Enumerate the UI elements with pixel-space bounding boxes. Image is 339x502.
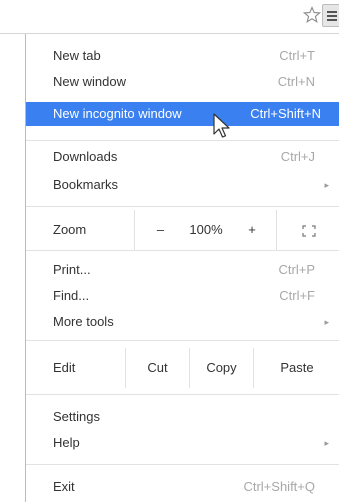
menu-item-label: Exit <box>53 479 75 494</box>
shortcut-label: Ctrl+T <box>279 48 315 63</box>
menu-icon[interactable] <box>322 4 339 27</box>
menu-item-label: Help <box>53 435 80 450</box>
separator <box>26 250 339 251</box>
mouse-pointer-icon <box>213 113 230 138</box>
separator <box>26 340 339 341</box>
menu-item-new-incognito-window[interactable]: New incognito window Ctrl+Shift+N <box>26 102 339 126</box>
menu-item-label: Print... <box>53 262 91 277</box>
fullscreen-icon <box>301 224 316 237</box>
browser-toolbar <box>0 0 339 34</box>
menu-item-settings[interactable]: Settings <box>26 405 339 429</box>
menu-item-label: Bookmarks <box>53 177 119 192</box>
menu-item-bookmarks[interactable]: Bookmarks ▸ <box>26 173 339 197</box>
submenu-arrow-icon: ▸ <box>324 317 329 327</box>
menu-item-help[interactable]: Help ▸ <box>26 431 339 455</box>
menu-item-new-window[interactable]: New window Ctrl+N <box>26 70 339 94</box>
shortcut-label: Ctrl+Shift+Q <box>243 479 315 494</box>
shortcut-label: Ctrl+N <box>277 74 315 89</box>
edit-row: Edit Cut Copy Paste <box>26 348 339 388</box>
shortcut-label: Ctrl+P <box>278 262 315 277</box>
menu-item-find[interactable]: Find... Ctrl+F <box>26 284 339 308</box>
shortcut-label: Ctrl+J <box>280 149 315 164</box>
cut-button[interactable]: Cut <box>125 348 189 388</box>
zoom-label: Zoom <box>53 222 87 237</box>
bookmark-star-icon[interactable] <box>303 6 321 24</box>
menu-item-new-tab[interactable]: New tab Ctrl+T <box>26 44 339 68</box>
menu-item-label: New tab <box>53 48 101 63</box>
edit-label: Edit <box>53 360 76 375</box>
copy-button[interactable]: Copy <box>189 348 253 388</box>
submenu-arrow-icon: ▸ <box>324 180 329 190</box>
menu-item-label: New window <box>53 74 126 89</box>
submenu-arrow-icon: ▸ <box>324 438 329 448</box>
menu-item-exit[interactable]: Exit Ctrl+Shift+Q <box>26 475 339 499</box>
menu-item-print[interactable]: Print... Ctrl+P <box>26 258 339 282</box>
shortcut-label: Ctrl+Shift+N <box>250 106 321 121</box>
paste-button[interactable]: Paste <box>253 348 339 388</box>
fullscreen-button[interactable] <box>276 210 339 250</box>
menu-item-label: New incognito window <box>53 106 182 121</box>
zoom-row: Zoom – 100% + <box>26 210 339 250</box>
zoom-in-button[interactable]: + <box>226 210 278 250</box>
menu-item-label: More tools <box>53 314 114 329</box>
separator <box>26 464 339 465</box>
separator <box>26 206 339 207</box>
shortcut-label: Ctrl+F <box>279 288 315 303</box>
menu-item-label: Find... <box>53 288 90 303</box>
menu-item-downloads[interactable]: Downloads Ctrl+J <box>26 145 339 169</box>
separator <box>26 394 339 395</box>
browser-menu: New tab Ctrl+T New window Ctrl+N New inc… <box>25 34 339 502</box>
menu-item-more-tools[interactable]: More tools ▸ <box>26 310 339 334</box>
separator <box>26 140 339 141</box>
menu-item-label: Downloads <box>53 149 118 164</box>
menu-item-label: Settings <box>53 409 100 424</box>
